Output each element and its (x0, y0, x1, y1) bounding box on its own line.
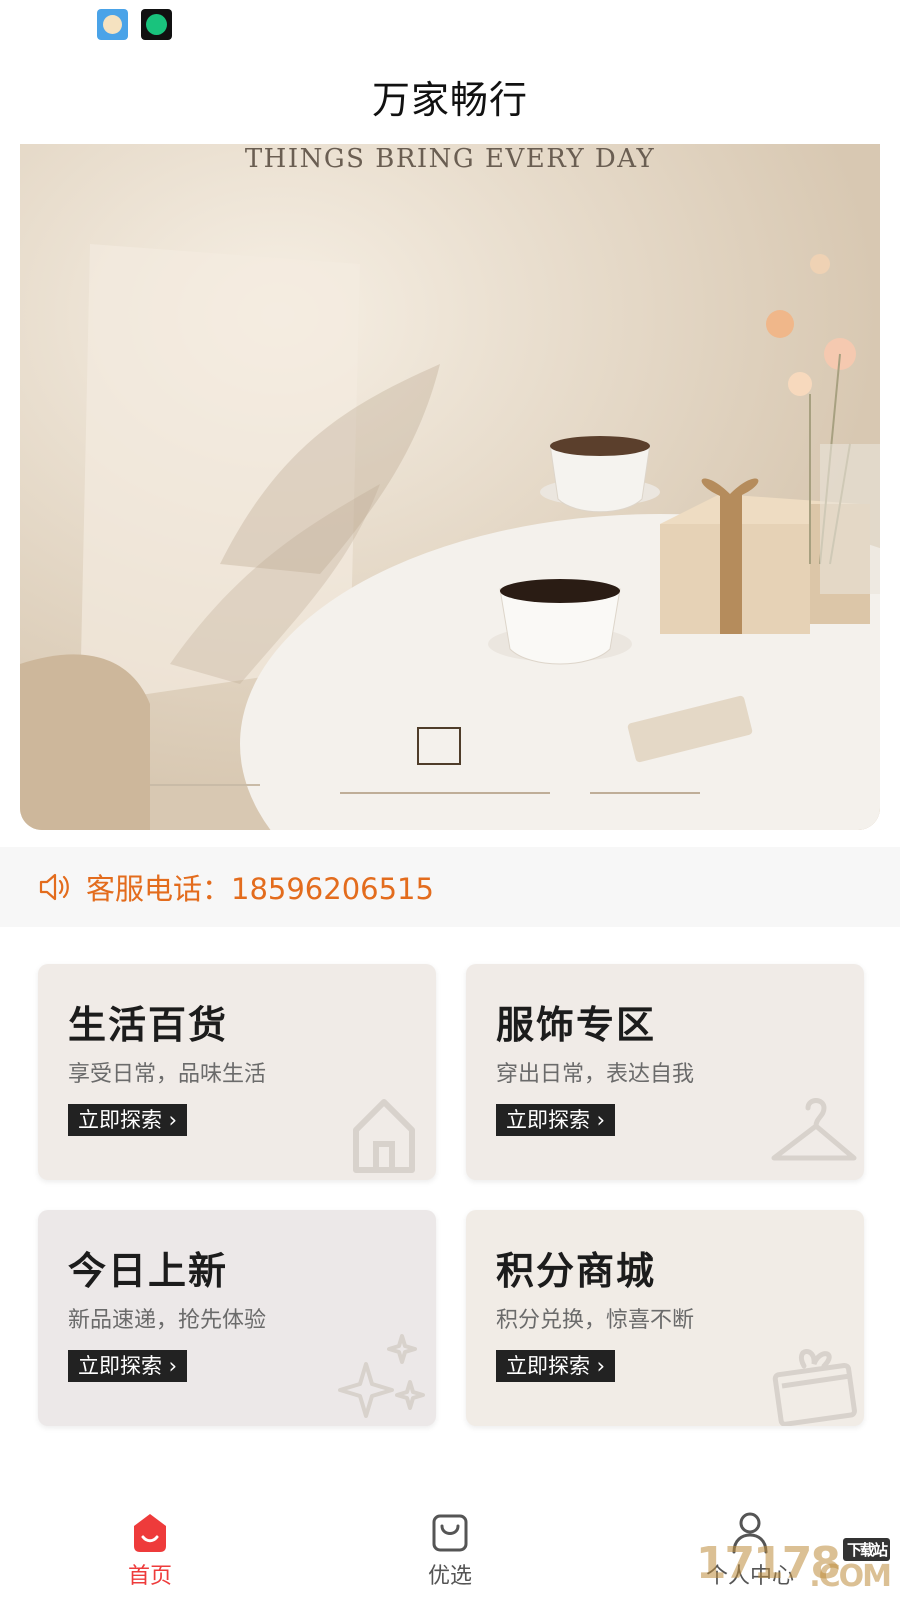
site-watermark: 17178 下载站 .COM (696, 1538, 892, 1594)
banner-image[interactable]: THINGS BRING EVERY DAY (20, 144, 880, 830)
card-subtitle: 穿出日常，表达自我 (496, 1062, 695, 1087)
sparkle-icon (338, 1334, 425, 1418)
speaker-icon (39, 873, 69, 901)
gift-icon (772, 1349, 857, 1426)
tab-label: 优选 (427, 1564, 472, 1589)
explore-button[interactable]: 立即探索 › (68, 1350, 188, 1382)
app-icon-1 (97, 9, 128, 40)
hanger-icon (771, 1098, 857, 1161)
page-title: 万家畅行 (371, 77, 528, 122)
home-icon (134, 1514, 166, 1552)
house-icon (353, 1099, 415, 1173)
card-title: 服饰专区 (496, 1002, 657, 1047)
watermark-tag: 下载站 (842, 1538, 890, 1561)
customer-service-phone: 客服电话：18596206515 (86, 872, 434, 906)
banner-headline: THINGS BRING EVERY DAY (244, 144, 656, 174)
shopping-bag-icon (432, 1514, 468, 1552)
customer-service-notice[interactable]: 客服电话：18596206515 (0, 847, 900, 927)
tab-featured[interactable]: 优选 (350, 1490, 550, 1600)
tab-home[interactable]: 首页 (50, 1490, 250, 1600)
explore-button[interactable]: 立即探索 › (496, 1104, 616, 1136)
card-title: 积分商城 (496, 1248, 657, 1293)
card-title: 生活百货 (68, 1002, 229, 1047)
category-card-daily-goods[interactable]: 生活百货 享受日常，品味生活 立即探索 › (38, 964, 436, 1180)
category-card-apparel[interactable]: 服饰专区 穿出日常，表达自我 立即探索 › (466, 964, 864, 1180)
explore-button[interactable]: 立即探索 › (68, 1104, 188, 1136)
banner-illustration (20, 144, 880, 830)
category-card-points-mall[interactable]: 积分商城 积分兑换，惊喜不断 立即探索 › (466, 1210, 864, 1426)
category-card-new-arrivals[interactable]: 今日上新 新品速递，抢先体验 立即探索 › (38, 1210, 436, 1426)
header: 万家畅行 (0, 48, 900, 144)
tab-label: 首页 (127, 1564, 172, 1589)
card-subtitle: 新品速递，抢先体验 (68, 1308, 267, 1333)
card-subtitle: 享受日常，品味生活 (68, 1062, 267, 1087)
card-subtitle: 积分兑换，惊喜不断 (496, 1308, 695, 1333)
status-bar (0, 0, 900, 48)
explore-button[interactable]: 立即探索 › (496, 1350, 616, 1382)
app-icon-2 (141, 9, 172, 40)
card-title: 今日上新 (68, 1248, 229, 1293)
